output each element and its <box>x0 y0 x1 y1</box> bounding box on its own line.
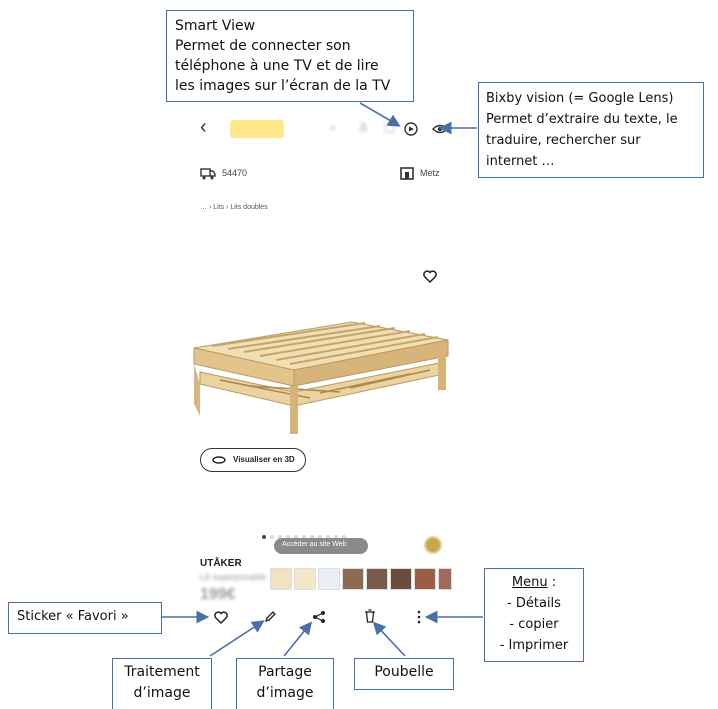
callout-smart-view-line1: Permet de connecter son <box>175 38 351 54</box>
thumbnail[interactable] <box>390 568 412 590</box>
cart-icon[interactable]: ▢ <box>384 120 395 134</box>
thumbnail[interactable] <box>366 568 388 590</box>
callout-menu-heading: Menu : <box>489 572 579 593</box>
view-3d-button[interactable]: Visualiser en 3D <box>200 448 306 472</box>
truck-icon <box>200 168 216 180</box>
favorite-heart-icon[interactable] <box>423 270 437 283</box>
callout-bixby-vision: Bixby vision (= Google Lens) Permet d’ex… <box>478 82 704 178</box>
thumbnail[interactable] <box>294 568 316 590</box>
callout-partage-line2: d’image <box>256 685 314 701</box>
pager-dot <box>270 535 274 539</box>
callout-bixby-line2: Permet d’extraire du texte, le <box>486 112 678 127</box>
callout-poubelle-text: Poubelle <box>374 664 434 680</box>
callout-sticker-favori: Sticker « Favori » <box>8 602 162 634</box>
bixby-badge[interactable] <box>424 536 442 554</box>
callout-smart-view-line2: téléphone à une TV et de lire <box>175 58 379 74</box>
thumbnail[interactable] <box>438 568 452 590</box>
access-website-label: Accéder au site Web <box>282 541 347 548</box>
callout-menu-item-imprimer: - Imprimer <box>499 638 569 653</box>
callout-partage-line1: Partage <box>258 664 312 680</box>
breadcrumb[interactable]: … › Lits › Lits doubles <box>200 204 268 211</box>
callout-bixby-line4: internet … <box>486 154 555 169</box>
smart-view-icon[interactable] <box>403 121 419 137</box>
top-bar: ‹ ⌕ ♙ ▢ <box>200 114 448 144</box>
access-website-button[interactable]: Accéder au site Web <box>274 538 368 554</box>
callout-traitement: Traitement d’image <box>112 658 212 709</box>
more-vertical-icon[interactable] <box>416 610 422 624</box>
back-button[interactable]: ‹ <box>200 116 207 139</box>
callout-smart-view: Smart View Permet de connecter son télép… <box>166 10 414 102</box>
callout-menu-item-details: - Détails <box>507 596 561 611</box>
pencil-icon[interactable] <box>264 610 277 623</box>
callout-smart-view-line3: les images sur l’écran de la TV <box>175 78 391 94</box>
callout-menu-sep: : <box>547 575 557 590</box>
thumbnail[interactable] <box>342 568 364 590</box>
share-icon[interactable] <box>312 610 326 624</box>
callout-menu: Menu : - Détails - copier - Imprimer <box>484 568 584 662</box>
product-price: 199€ <box>200 586 236 603</box>
search-icon[interactable]: ⌕ <box>330 120 337 135</box>
callout-bixby-line1: Bixby vision (= Google Lens) <box>486 91 674 106</box>
product-image <box>193 321 449 434</box>
store-name[interactable]: Metz <box>420 168 440 178</box>
eye-icon[interactable] <box>432 122 448 136</box>
store-icon <box>400 167 414 180</box>
thumbnail[interactable] <box>270 568 292 590</box>
callout-menu-item-copier: - copier <box>509 617 559 632</box>
phone-screen: ‹ ⌕ ♙ ▢ 54470 Metz … › Lits › Lits doubl… <box>190 100 452 655</box>
callout-menu-title: Menu <box>511 575 548 590</box>
callout-sticker-text: Sticker « Favori » <box>17 609 129 624</box>
thumbnail-strip <box>270 568 452 592</box>
product-name: UTÅKER <box>200 558 242 569</box>
pager-dot-active <box>262 535 266 539</box>
trash-icon[interactable] <box>364 609 376 623</box>
product-subtitle: Lit superposable <box>200 572 267 582</box>
callout-traitement-line1: Traitement <box>124 664 200 680</box>
profile-icon[interactable]: ♙ <box>358 120 369 134</box>
delivery-postcode[interactable]: 54470 <box>222 168 247 178</box>
thumbnail[interactable] <box>414 568 436 590</box>
ikea-logo <box>230 120 284 138</box>
callout-traitement-line2: d’image <box>133 685 191 701</box>
thumbnail[interactable] <box>318 568 340 590</box>
rotate-3d-icon <box>212 456 226 464</box>
callout-bixby-line3: traduire, rechercher sur <box>486 133 641 148</box>
view-3d-label: Visualiser en 3D <box>233 455 295 464</box>
callout-poubelle: Poubelle <box>354 658 454 690</box>
callout-partage: Partage d’image <box>236 658 334 709</box>
callout-smart-view-title: Smart View <box>175 18 256 34</box>
favorite-sticker-icon[interactable] <box>214 611 228 624</box>
